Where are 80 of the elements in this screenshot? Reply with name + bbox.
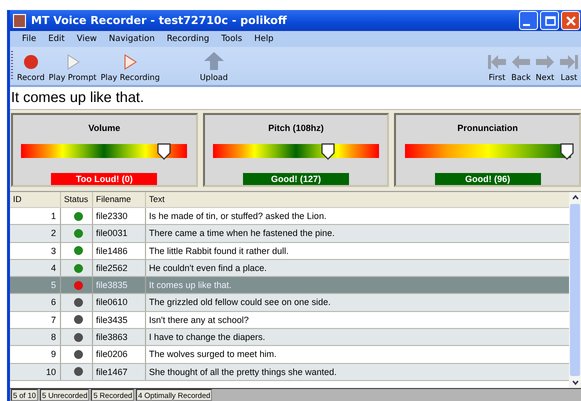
right-arrow-icon: [535, 53, 555, 71]
id-cell: 2: [10, 225, 61, 242]
filename-cell: file1486: [93, 242, 146, 259]
text-cell-text: Is he made of tin, or stuffed? asked the Lion.: [148, 210, 328, 223]
toolbar-button[interactable]: Back: [509, 47, 533, 85]
toolbar-button[interactable]: First: [485, 47, 509, 85]
filename-cell: file3863: [93, 329, 146, 346]
meter-reading: Good! (127): [243, 173, 349, 185]
toolbar-button[interactable]: Play Recording: [98, 47, 162, 85]
first-icon: [487, 53, 507, 71]
record-icon: [22, 53, 40, 71]
menu-item[interactable]: Help: [248, 34, 280, 44]
close-button[interactable]: [561, 11, 580, 30]
meter-reading: Good! (96): [434, 173, 541, 185]
filename-cell: file0031: [93, 225, 146, 242]
text-cell-text: The little Rabbit found it rather dull.: [148, 244, 290, 258]
filename-cell: file1467: [93, 364, 146, 380]
window-title: MT Voice Recorder - test72710c - polikoff: [31, 14, 288, 27]
table-row[interactable]: 2 file0031 There came a time when he fastened the pine.: [10, 225, 569, 243]
meter-title: Pitch (108hz): [268, 123, 324, 135]
toolbar-button[interactable]: Next: [533, 47, 557, 85]
id-cell: 5: [10, 277, 61, 294]
toolbar-button[interactable]: Record: [15, 47, 47, 85]
up-arrow-icon: [202, 51, 225, 71]
meter-title: Pronunciation: [457, 123, 518, 135]
meter-reading: Too Loud! (0): [51, 173, 158, 185]
last-icon: [559, 53, 579, 71]
maximize-button[interactable]: [540, 11, 559, 30]
filename-cell: file0610: [93, 294, 146, 311]
app-icon: [13, 14, 26, 28]
text-cell-text: It comes up like that.: [148, 279, 233, 292]
table-row[interactable]: 7 file3435 Isn't there any at school?: [10, 312, 569, 330]
id-cell: 3: [10, 242, 61, 259]
menu-item[interactable]: View: [70, 34, 103, 44]
filename-cell: file2562: [93, 260, 146, 276]
column-header[interactable]: ID: [10, 192, 61, 207]
table-row[interactable]: 1 file2330 Is he made of tin, or stuffed? asked the Lion.: [10, 208, 569, 226]
left-arrow-icon: [511, 53, 531, 71]
table-row[interactable]: 4 file2562 He couldn't even find a place.: [10, 260, 569, 278]
meter-title: Volume: [88, 123, 120, 135]
table-row[interactable]: 3 file1486 The little Rabbit found it rather dull.: [10, 242, 569, 260]
prompt-text: It comes up like that.: [10, 87, 581, 109]
id-cell: 6: [10, 294, 61, 311]
filename-cell: file2330: [93, 208, 146, 224]
toolbar-button[interactable]: Play Prompt: [46, 47, 99, 85]
id-cell: 7: [10, 312, 61, 328]
table-row[interactable]: 9 file0206 The wolves surged to meet him.: [10, 346, 569, 364]
id-cell: 8: [10, 329, 61, 346]
text-cell-text: She thought of all the pretty things she wanted.: [148, 366, 338, 379]
scrollbar[interactable]: [569, 192, 581, 388]
id-cell: 4: [10, 260, 61, 276]
id-cell: 9: [10, 346, 61, 363]
filename-cell: file3435: [93, 312, 146, 328]
toolbar-button[interactable]: Upload: [198, 47, 230, 85]
menu-item[interactable]: Edit: [42, 34, 71, 44]
table-row[interactable]: 10 file1467 She thought of all the pretty things she wanted.: [10, 364, 569, 381]
column-header[interactable]: Status: [61, 192, 93, 207]
text-cell-text: There came a time when he fastened the pine.: [148, 227, 336, 240]
toolbar-button[interactable]: Last: [557, 47, 581, 85]
menu-item[interactable]: Recording: [160, 34, 216, 44]
text-cell-text: The wolves surged to meet him.: [148, 348, 278, 362]
text-cell-text: Isn't there any at school?: [148, 314, 250, 327]
menu-item[interactable]: Tools: [215, 34, 248, 44]
minimize-button[interactable]: [519, 11, 538, 30]
text-cell-text: He couldn't even find a place.: [148, 262, 268, 275]
table-row[interactable]: 8 file3863 I have to change the diapers.: [10, 329, 569, 346]
menu-item[interactable]: Navigation: [102, 34, 161, 44]
column-header[interactable]: Filename: [93, 192, 146, 207]
column-header[interactable]: Text: [146, 192, 569, 207]
table-row[interactable]: 6 file0610 The grizzled old fellow could see on one side.: [10, 294, 569, 312]
minimize-icon: [523, 24, 530, 26]
maximize-icon: [542, 14, 556, 28]
filename-cell: file3835: [93, 277, 146, 294]
id-cell: 1: [10, 208, 61, 224]
id-cell: 10: [10, 364, 61, 380]
menu-item[interactable]: File: [16, 34, 42, 44]
filename-cell: file0206: [93, 346, 146, 363]
text-cell-text: I have to change the diapers.: [148, 331, 266, 344]
close-icon: [564, 14, 578, 28]
text-cell-text: The grizzled old fellow could see on one side.: [148, 296, 332, 310]
